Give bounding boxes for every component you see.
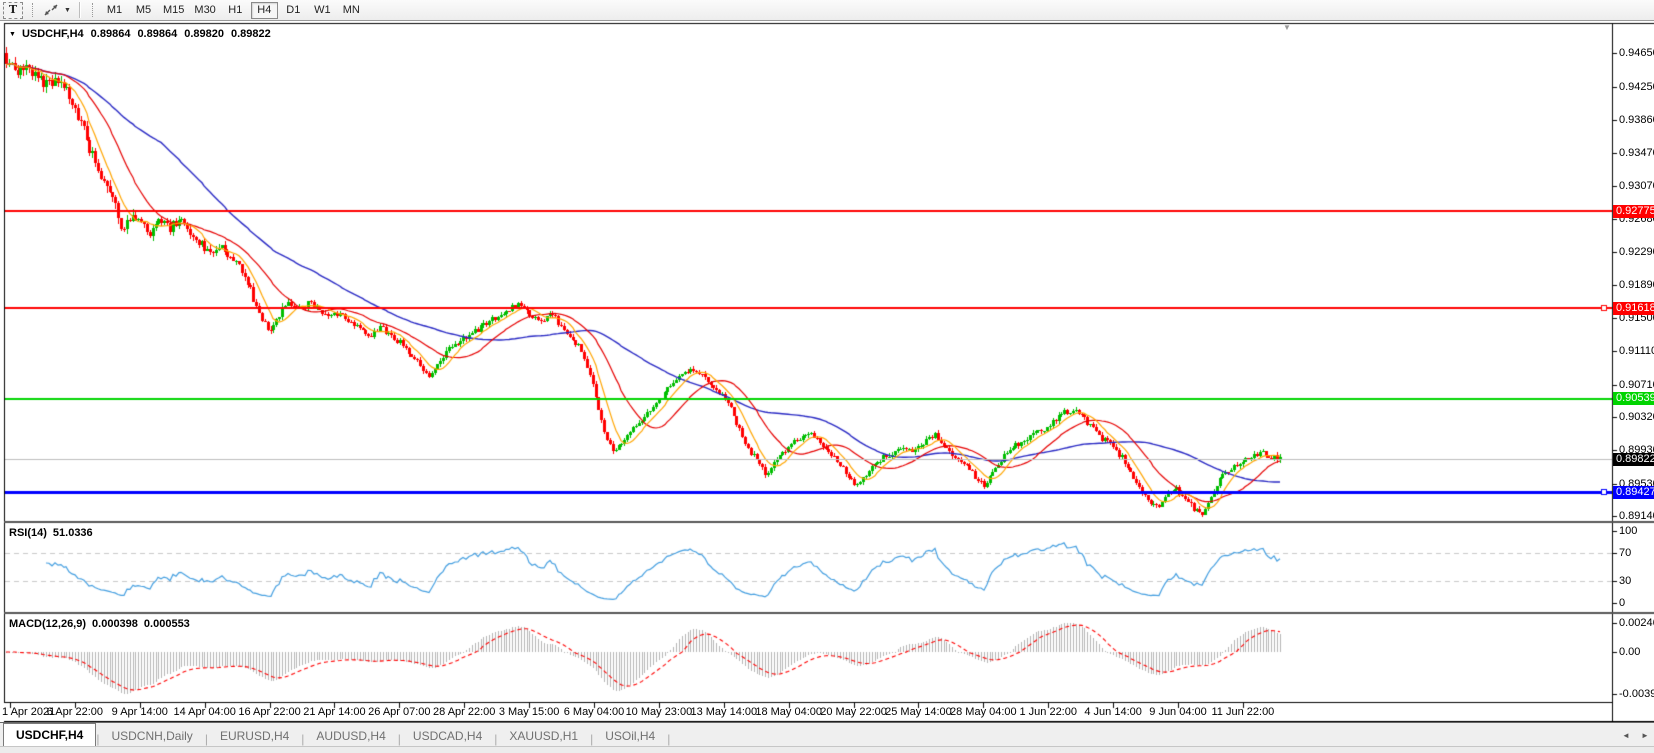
toolbar-separator — [79, 2, 81, 18]
time-tick-label: 18 May 04:00 — [755, 706, 822, 718]
toolbar-grip — [32, 3, 35, 17]
chevron-down-icon: ▼ — [64, 7, 71, 14]
tab-scroll-right-button[interactable]: ► — [1641, 731, 1649, 740]
symbol-tab-bar: USDCHF,H4|USDCNH,Daily|EURUSD,H4|AUDUSD,… — [0, 722, 1654, 746]
time-tick-label: 26 Apr 07:00 — [368, 706, 430, 718]
chart-title: ▼ USDCHF,H4 0.89864 0.89864 0.89820 0.89… — [9, 28, 271, 40]
timeframe-button-h1[interactable]: H1 — [222, 2, 249, 19]
chart-canvas[interactable] — [0, 22, 1654, 722]
tab-scroll-left-button[interactable]: ◄ — [1622, 731, 1630, 740]
time-tick-label: 14 Apr 04:00 — [173, 706, 235, 718]
price-tick-label: 0.94650 — [1619, 47, 1654, 59]
timeframe-button-m1[interactable]: M1 — [101, 2, 128, 19]
toolbar-grip — [92, 3, 95, 17]
arrange-windows-button[interactable] — [40, 2, 62, 19]
arrange-dropdown-button[interactable]: ▼ — [62, 2, 73, 19]
macd-axis-label: 0.00 — [1619, 646, 1640, 658]
macd-axis-label: -0.003939 — [1619, 688, 1654, 700]
tab-usdcad-h4[interactable]: USDCAD,H4 — [401, 725, 494, 746]
level-price-label: 0.90539 — [1613, 392, 1654, 405]
macd-label: MACD(12,26,9) 0.000398 0.000553 — [9, 618, 190, 630]
rsi-axis-label: 30 — [1619, 575, 1631, 587]
chart-symbol: USDCHF,H4 — [22, 28, 84, 40]
price-tick-label: 0.89140 — [1619, 510, 1654, 522]
time-tick-label: 9 Apr 14:00 — [112, 706, 168, 718]
time-tick-label: 20 May 22:00 — [820, 706, 887, 718]
ohlc-low: 0.89820 — [184, 28, 224, 40]
symbol-dropdown-icon[interactable]: ▼ — [9, 31, 16, 38]
tab-usoil-h4[interactable]: USOil,H4 — [593, 725, 667, 746]
text-tool-button[interactable]: T — [3, 2, 23, 19]
price-tick-label: 0.91890 — [1619, 279, 1654, 291]
timeframe-toolbar: M1M5M15M30H1H4D1W1MN — [100, 0, 366, 21]
level-price-label: 0.92775 — [1613, 205, 1654, 218]
timeframe-button-m15[interactable]: M15 — [159, 2, 188, 19]
time-tick-label: 4 Jun 14:00 — [1084, 706, 1142, 718]
timeframe-button-w1[interactable]: W1 — [309, 2, 336, 19]
macd-axis-label: 0.002465 — [1619, 617, 1654, 629]
time-tick-label: 6 Apr 22:00 — [47, 706, 103, 718]
time-tick-label: 28 May 04:00 — [950, 706, 1017, 718]
timeframe-button-h4[interactable]: H4 — [251, 2, 278, 19]
rsi-value: 51.0336 — [53, 527, 93, 539]
toolbar: T ▼ M1M5M15M30H1H4D1W1MN — [0, 0, 1654, 21]
time-tick-label: 9 Jun 04:00 — [1149, 706, 1207, 718]
time-tick-label: 6 May 04:00 — [564, 706, 625, 718]
price-tick-label: 0.94250 — [1619, 81, 1654, 93]
price-tick-label: 0.93860 — [1619, 114, 1654, 126]
time-tick-label: 10 May 23:00 — [626, 706, 693, 718]
time-tick-label: 13 May 14:00 — [690, 706, 757, 718]
timeframe-button-m5[interactable]: M5 — [130, 2, 157, 19]
time-tick-label: 11 Jun 22:00 — [1212, 706, 1275, 718]
macd-value-signal: 0.000553 — [144, 618, 190, 630]
time-tick-label: 21 Apr 14:00 — [303, 706, 365, 718]
level-price-label: 0.91618 — [1613, 302, 1654, 315]
current-price-label: 0.89822 — [1613, 453, 1654, 466]
arrange-windows-icon — [43, 3, 59, 17]
time-tick-label: 25 May 14:00 — [885, 706, 952, 718]
timeframe-button-m30[interactable]: M30 — [190, 2, 219, 19]
rsi-axis-label: 70 — [1619, 547, 1631, 559]
timeframe-button-mn[interactable]: MN — [338, 2, 365, 19]
macd-value-main: 0.000398 — [92, 618, 138, 630]
rsi-axis-label: 100 — [1619, 525, 1637, 537]
tab-usdchf-h4[interactable]: USDCHF,H4 — [3, 723, 96, 746]
rsi-axis-label: 0 — [1619, 597, 1625, 609]
price-tick-label: 0.91110 — [1619, 345, 1654, 357]
rsi-name: RSI(14) — [9, 527, 47, 539]
tab-xauusd-h1[interactable]: XAUUSD,H1 — [497, 725, 590, 746]
scroll-to-end-icon[interactable]: ▼ — [1283, 23, 1291, 32]
time-tick-label: 3 May 15:00 — [499, 706, 560, 718]
trading-terminal-window: T ▼ M1M5M15M30H1H4D1W1MN ▼ USDCHF,H4 0.8… — [0, 0, 1654, 753]
price-tick-label: 0.92290 — [1619, 246, 1654, 258]
macd-name: MACD(12,26,9) — [9, 618, 86, 630]
time-tick-label: 16 Apr 22:00 — [238, 706, 300, 718]
status-bar — [0, 746, 1654, 753]
time-tick-label: 28 Apr 22:00 — [433, 706, 495, 718]
tab-eurusd-h4[interactable]: EURUSD,H4 — [208, 725, 301, 746]
price-tick-label: 0.90710 — [1619, 379, 1654, 391]
ohlc-high: 0.89864 — [137, 28, 177, 40]
ohlc-open: 0.89864 — [91, 28, 131, 40]
tab-separator: | — [667, 732, 670, 746]
ohlc-close: 0.89822 — [231, 28, 271, 40]
rsi-label: RSI(14) 51.0336 — [9, 527, 93, 539]
level-price-label: 0.89427 — [1613, 486, 1654, 499]
tab-usdcnh-daily[interactable]: USDCNH,Daily — [99, 725, 204, 746]
tab-audusd-h4[interactable]: AUDUSD,H4 — [304, 725, 397, 746]
price-tick-label: 0.93470 — [1619, 147, 1654, 159]
price-tick-label: 0.90320 — [1619, 411, 1654, 423]
price-tick-label: 0.93070 — [1619, 180, 1654, 192]
timeframe-button-d1[interactable]: D1 — [280, 2, 307, 19]
time-tick-label: 1 Jun 22:00 — [1019, 706, 1077, 718]
